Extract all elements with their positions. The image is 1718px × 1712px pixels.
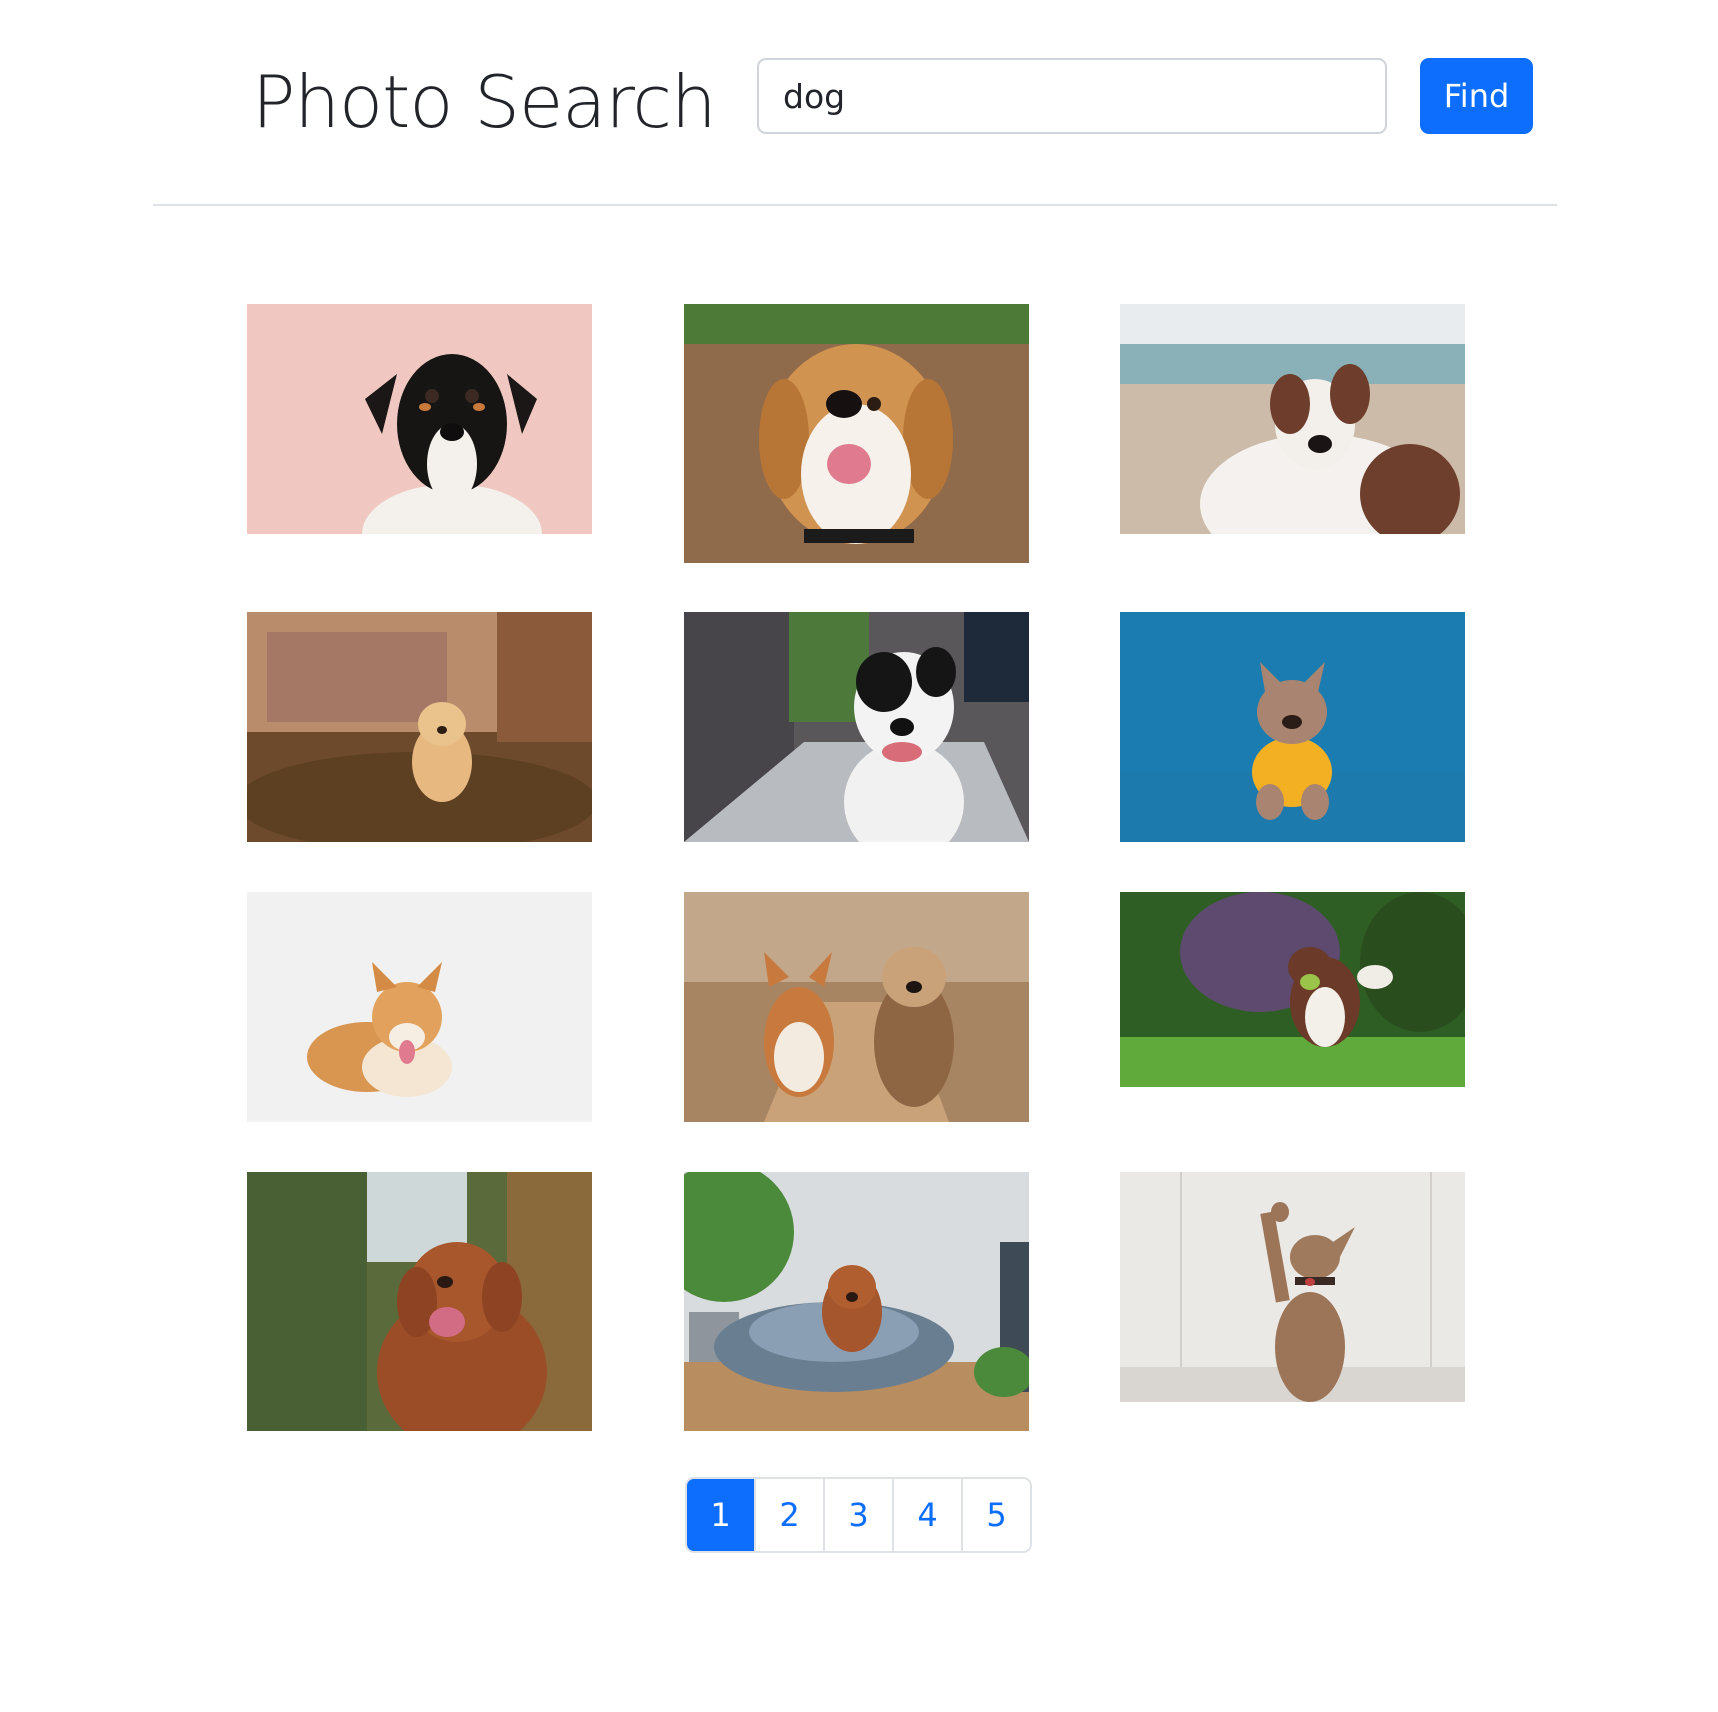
page-link-1[interactable]: 1 [687, 1479, 754, 1551]
photo-jack-russell-sidewalk[interactable] [684, 612, 1029, 842]
photo-image [684, 1172, 1029, 1431]
photo-australian-shepherd[interactable] [1120, 304, 1465, 534]
photo-image [1120, 892, 1465, 1087]
header: Photo Search Find [0, 0, 1718, 206]
photo-golden-puppy-running[interactable] [247, 612, 592, 842]
photo-terrier-portrait[interactable] [247, 304, 592, 534]
photo-image [684, 892, 1029, 1122]
photo-image [247, 1172, 592, 1431]
photo-beagle-smiling[interactable] [684, 304, 1029, 563]
photo-toller-dog-bed[interactable] [684, 1172, 1029, 1431]
photo-french-bulldog-yellow-shirt[interactable] [1120, 612, 1465, 842]
photo-dog-waving-paw[interactable] [1120, 1172, 1465, 1402]
photo-image [1120, 1172, 1465, 1402]
photo-toller-field[interactable] [247, 1172, 592, 1431]
photo-image [1120, 612, 1465, 842]
photo-corgi-lying[interactable] [247, 892, 592, 1122]
photo-border-collie-grass[interactable] [1120, 892, 1465, 1087]
page-link-4[interactable]: 4 [892, 1479, 961, 1551]
search-input[interactable] [757, 58, 1387, 134]
page-link-3[interactable]: 3 [823, 1479, 892, 1551]
photo-image [684, 304, 1029, 563]
photo-image [247, 304, 592, 534]
photo-corgi-and-yorkie[interactable] [684, 892, 1029, 1122]
page-link-2[interactable]: 2 [754, 1479, 823, 1551]
page-title: Photo Search [252, 60, 717, 144]
find-button[interactable]: Find [1420, 58, 1533, 134]
photo-image [1120, 304, 1465, 534]
photo-image [247, 612, 592, 842]
page-link-5[interactable]: 5 [961, 1479, 1030, 1551]
photo-image [247, 892, 592, 1122]
header-divider [153, 204, 1557, 206]
pagination: 12345 [685, 1477, 1032, 1553]
photo-image [684, 612, 1029, 842]
